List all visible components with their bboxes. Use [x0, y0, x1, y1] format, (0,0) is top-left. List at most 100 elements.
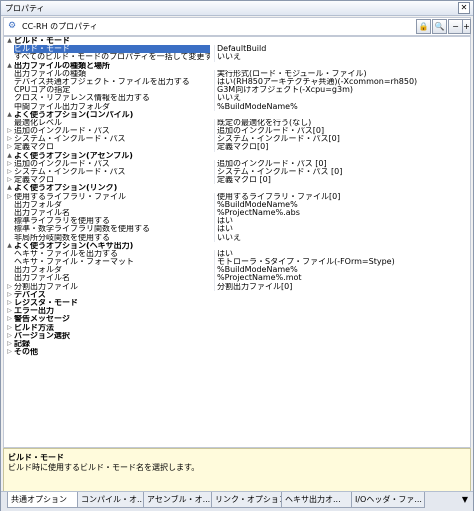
expand-icon[interactable]: ▷ — [6, 176, 13, 184]
property-value[interactable]: 定義マクロ [0] — [217, 176, 467, 184]
tab-1[interactable]: コンパイル・オ... — [77, 492, 145, 508]
property-value[interactable]: モトローラ・Sタイプ・ファイル(-FOrm=Stype) — [217, 258, 467, 266]
collapse-all-button[interactable]: − — [448, 19, 463, 34]
property-value[interactable]: DefaultBuild — [217, 45, 467, 53]
category-row[interactable]: ▷ レジスタ・モード — [4, 299, 470, 308]
close-icon[interactable]: ✕ — [458, 2, 470, 14]
property-row[interactable]: 最適化レベル 既定の最適化を行う(なし) — [4, 118, 470, 128]
property-value[interactable]: 追加のインクルード・パス [0] — [217, 160, 467, 168]
category-row[interactable]: ▲ ビルド・モード — [4, 37, 470, 46]
property-value[interactable]: はい — [217, 217, 467, 225]
category-row[interactable]: ▷ その他 — [4, 348, 470, 357]
category-row[interactable]: ▷ 記録 — [4, 339, 470, 349]
category-row[interactable]: ▲ よく使うオプション(ヘキサ出力) — [4, 241, 470, 250]
property-value[interactable]: 実行形式(ロード・モジュール・ファイル) — [217, 70, 467, 78]
category-row[interactable]: ▷ デバイス — [4, 290, 470, 299]
expand-icon[interactable]: ▷ — [6, 324, 13, 332]
expand-icon[interactable]: ▷ — [6, 143, 13, 151]
category-row[interactable]: ▲ よく使うオプション(リンク) — [4, 184, 470, 193]
property-row[interactable]: ▷ 定義マクロ 定義マクロ [0] — [4, 176, 470, 185]
property-value[interactable]: 定義マクロ[0] — [217, 143, 467, 151]
property-row[interactable]: ▷ 使用するライブラリ・ファイル 使用するライブラリ・ファイル[0] — [4, 192, 470, 201]
property-grid[interactable]: ▲ ビルド・モード ビルド・モード DefaultBuild すべてのビルド・モードのプ… — [3, 36, 471, 448]
category-row[interactable]: ▲ よく使うオプション(アセンブル) — [4, 151, 470, 160]
tab-2[interactable]: アセンブル・オ... — [143, 492, 213, 508]
expand-icon[interactable]: ▷ — [6, 160, 13, 168]
collapse-icon[interactable]: ▲ — [6, 62, 13, 70]
expand-icon[interactable]: ▷ — [6, 315, 13, 323]
collapse-icon[interactable]: ▲ — [6, 152, 13, 160]
property-row[interactable]: ▷ 分割出力ファイル 分割出力ファイル[0] — [4, 282, 470, 291]
property-row[interactable]: ▷ 定義マクロ 定義マクロ[0] — [4, 143, 470, 152]
property-row[interactable]: 中間ファイル出力フォルダ %BuildModeName% — [4, 102, 470, 111]
category-row[interactable]: ▷ 警告メッセージ — [4, 315, 470, 324]
property-row[interactable]: ▷ 追加のインクルード・パス 追加のインクルード・パス [0] — [4, 159, 470, 168]
property-value[interactable]: いいえ — [217, 234, 467, 242]
search-button[interactable]: 🔍 — [432, 19, 447, 34]
expand-icon[interactable]: ▷ — [6, 193, 13, 201]
property-value[interactable]: 分割出力ファイル[0] — [217, 283, 467, 291]
expand-icon[interactable]: ▷ — [6, 307, 13, 315]
expand-icon[interactable]: ▷ — [6, 299, 13, 307]
property-row[interactable]: 出力フォルダ %BuildModeName% — [4, 200, 470, 209]
tab-5[interactable]: I/Oヘッダ・ファ... — [351, 492, 425, 508]
property-value[interactable]: %ProjectName%.abs — [217, 209, 467, 217]
property-row[interactable]: ▷ 追加のインクルード・パス 追加のインクルード・パス[0] — [4, 127, 470, 136]
collapse-icon[interactable]: ▲ — [6, 184, 13, 192]
property-row[interactable]: ▷ システム・インクルード・パス システム・インクルード・パス [0] — [4, 168, 470, 177]
property-row[interactable]: ヘキサ・ファイルを出力する はい — [4, 249, 470, 259]
property-value[interactable]: %ProjectName%.mot — [217, 274, 467, 282]
tab-3[interactable]: リンク・オプション — [211, 492, 283, 508]
property-row[interactable]: 標準・数学ライブラリ関数を使用する はい — [4, 225, 470, 234]
tab-0[interactable]: 共通オプション — [7, 492, 79, 508]
property-row[interactable]: 標準ライブラリを使用する はい — [4, 217, 470, 226]
category-row[interactable]: ▲ 出力ファイルの種類と場所 — [4, 61, 470, 70]
property-row[interactable]: ヘキサ・ファイル・フォーマット モトローラ・Sタイプ・ファイル(-FOrm=Sty… — [4, 258, 470, 267]
category-row[interactable]: ▷ エラー出力 — [4, 307, 470, 316]
expand-icon[interactable]: ▷ — [6, 168, 13, 176]
property-row[interactable]: デバイス共通オブジェクト・ファイルを出力する はい(RH850アーキテクチャ共通)… — [4, 77, 470, 87]
expand-icon[interactable]: ▷ — [6, 283, 13, 291]
property-value[interactable]: システム・インクルード・パス[0] — [217, 135, 467, 143]
property-row[interactable]: 出力フォルダ %BuildModeName% — [4, 266, 470, 275]
property-value[interactable]: システム・インクルード・パス [0] — [217, 168, 467, 176]
expand-icon[interactable]: ▷ — [6, 348, 13, 356]
property-row[interactable]: 非局所分岐関数を使用する いいえ — [4, 233, 470, 242]
category-row[interactable]: ▲ よく使うオプション(コンパイル) — [4, 110, 470, 119]
property-row[interactable]: ビルド・モード DefaultBuild — [4, 45, 470, 54]
property-value[interactable]: いいえ — [217, 94, 467, 102]
collapse-icon[interactable]: ▲ — [6, 111, 13, 119]
property-value[interactable]: 使用するライブラリ・ファイル[0] — [217, 193, 467, 201]
lock-button[interactable]: 🔒 — [416, 19, 431, 34]
property-row[interactable]: クロス・リファレンス情報を出力する いいえ — [4, 94, 470, 103]
expand-icon[interactable]: ▷ — [6, 291, 13, 299]
collapse-icon[interactable]: ▲ — [6, 37, 13, 45]
tabs-dropdown-icon[interactable]: ▼ — [460, 494, 470, 506]
expand-icon[interactable]: ▷ — [6, 332, 13, 340]
property-value[interactable]: はい — [217, 250, 467, 258]
property-value[interactable]: 追加のインクルード・パス[0] — [217, 127, 467, 135]
property-value[interactable]: %BuildModeName% — [217, 201, 467, 209]
column-divider — [214, 225, 215, 234]
property-value[interactable]: %BuildModeName% — [217, 103, 467, 111]
expand-icon[interactable]: ▷ — [6, 127, 13, 135]
property-value[interactable]: 既定の最適化を行う(なし) — [217, 119, 467, 127]
property-row[interactable]: 出力ファイル名 %ProjectName%.mot — [4, 274, 470, 283]
property-row[interactable]: CPUコアの指定 G3M向けオブジェクト(-Xcpu=g3m) — [4, 86, 470, 95]
collapse-icon[interactable]: ▲ — [6, 242, 13, 250]
property-value[interactable]: %BuildModeName% — [217, 266, 467, 274]
category-row[interactable]: ▷ ビルド方法 — [4, 323, 470, 332]
property-value[interactable]: いいえ — [217, 53, 467, 61]
property-row[interactable]: すべてのビルド・モードのプロパティを一括して変更する いいえ — [4, 53, 470, 62]
property-value[interactable]: はい — [217, 225, 467, 233]
expand-icon[interactable]: ▷ — [6, 340, 13, 348]
property-row[interactable]: ▷ システム・インクルード・パス システム・インクルード・パス[0] — [4, 135, 470, 144]
property-value[interactable]: はい(RH850アーキテクチャ共通)(-Xcommon=rh850) — [217, 78, 467, 86]
category-row[interactable]: ▷ バージョン選択 — [4, 331, 470, 340]
expand-icon[interactable]: ▷ — [6, 135, 13, 143]
expand-all-button[interactable]: + — [462, 19, 471, 34]
property-value[interactable]: G3M向けオブジェクト(-Xcpu=g3m) — [217, 86, 467, 94]
property-row[interactable]: 出力ファイル名 %ProjectName%.abs — [4, 208, 470, 218]
property-row[interactable]: 出力ファイルの種類 実行形式(ロード・モジュール・ファイル) — [4, 69, 470, 78]
tab-4[interactable]: ヘキサ出力オ... — [281, 492, 353, 508]
